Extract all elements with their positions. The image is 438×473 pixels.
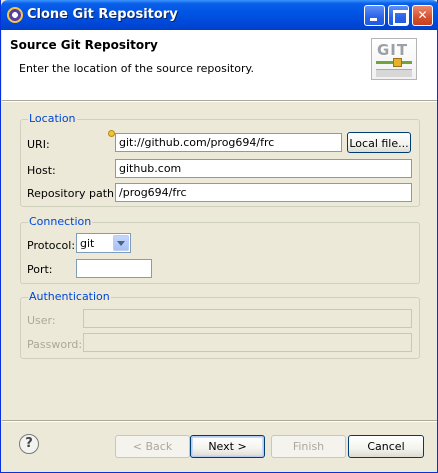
uri-label: URI:	[27, 138, 50, 151]
protocol-label: Protocol:	[27, 239, 76, 252]
help-icon[interactable]: ?	[19, 434, 39, 454]
footer-separator	[2, 420, 437, 422]
page-title: Source Git Repository	[10, 38, 158, 52]
next-button[interactable]: Next >	[190, 435, 265, 458]
authentication-group-title: Authentication	[28, 290, 111, 303]
password-input	[83, 333, 412, 352]
maximize-button[interactable]	[388, 5, 409, 26]
local-file-button[interactable]: Local file...	[347, 132, 411, 153]
window-title: Clone Git Repository	[27, 7, 178, 22]
host-input[interactable]: github.com	[115, 159, 412, 178]
repository-path-input[interactable]: /prog694/frc	[115, 183, 412, 202]
protocol-select[interactable]: git	[76, 233, 131, 253]
git-logo-text: GIT	[377, 41, 409, 59]
eclipse-app-icon	[7, 7, 23, 23]
connection-group-title: Connection	[28, 215, 93, 228]
dialog-window: Clone Git Repository ✕ Source Git Reposi…	[0, 0, 438, 473]
chevron-down-icon[interactable]	[113, 235, 129, 251]
protocol-selected-value: git	[80, 237, 95, 250]
page-description: Enter the location of the source reposit…	[19, 62, 254, 75]
minimize-button[interactable]	[364, 5, 385, 26]
port-label: Port:	[27, 263, 53, 276]
title-bar[interactable]: Clone Git Repository ✕	[1, 0, 438, 30]
host-label: Host:	[27, 164, 56, 177]
finish-button[interactable]: Finish	[271, 435, 346, 458]
user-input	[83, 309, 412, 328]
git-logo-icon: GIT	[371, 38, 417, 80]
back-button[interactable]: < Back	[115, 435, 190, 458]
close-button[interactable]: ✕	[412, 5, 433, 26]
content-assist-bulb-icon	[108, 130, 115, 137]
header-separator	[2, 100, 437, 102]
repository-path-label: Repository path:	[27, 187, 118, 200]
user-label: User:	[27, 314, 56, 327]
uri-input[interactable]: git://github.com/prog694/frc	[115, 133, 342, 152]
location-group-title: Location	[28, 112, 77, 125]
git-logo-node	[393, 58, 402, 67]
git-logo-base	[376, 69, 412, 77]
wizard-header: Source Git Repository Enter the location…	[2, 30, 437, 100]
password-label: Password:	[27, 338, 83, 351]
port-input[interactable]	[76, 259, 152, 278]
cancel-button[interactable]: Cancel	[348, 435, 424, 458]
